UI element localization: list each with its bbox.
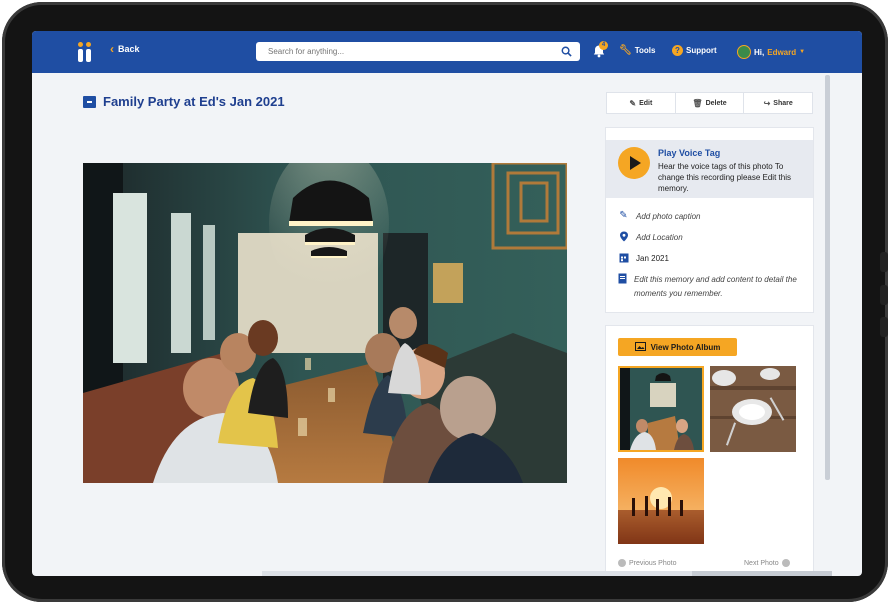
chevron-down-icon: ▼ xyxy=(799,49,806,55)
date-row: Jan 2021 xyxy=(618,252,669,265)
top-navigation-bar: ‹ Back 4 🔧︎ Tools ? Support xyxy=(32,31,862,73)
support-label: Support xyxy=(686,46,717,55)
album-thumbnail[interactable] xyxy=(618,458,704,544)
document-icon xyxy=(618,273,627,284)
edit-hint-row[interactable]: Edit this memory and add content to deta… xyxy=(618,273,803,301)
side-button xyxy=(880,252,888,272)
search-input[interactable] xyxy=(256,42,552,61)
album-icon xyxy=(634,341,646,353)
memory-title-row: Family Party at Ed's Jan 2021 xyxy=(83,94,285,109)
share-button[interactable]: ↪ Share xyxy=(744,93,812,113)
horizontal-scrollbar-thumb[interactable] xyxy=(692,571,832,576)
memory-details-card: Play Voice Tag Hear the voice tags of th… xyxy=(605,127,814,313)
share-icon: ↪ xyxy=(763,98,771,108)
add-caption-row[interactable]: ✎ Add photo caption xyxy=(618,210,701,223)
album-button-label: View Photo Album xyxy=(650,342,721,352)
greeting-label: Hi, xyxy=(754,47,765,57)
share-label: Share xyxy=(773,99,793,107)
view-photo-album-button[interactable]: View Photo Album xyxy=(618,338,737,356)
pencil-icon: ✎ xyxy=(619,210,628,221)
back-label: Back xyxy=(118,44,140,54)
chevron-right-icon xyxy=(781,559,790,567)
side-button xyxy=(880,317,888,337)
next-photo-link[interactable]: Next Photo xyxy=(744,559,790,567)
calendar-icon xyxy=(618,252,629,263)
delete-button[interactable]: 🗑︎ Delete xyxy=(676,93,745,113)
memory-actions-bar: ✎ Edit 🗑︎ Delete ↪ Share xyxy=(606,92,813,114)
help-icon: ? xyxy=(672,45,683,56)
voice-tag-title[interactable]: Play Voice Tag xyxy=(658,148,720,158)
avatar xyxy=(737,45,751,59)
caption-prompt: Add photo caption xyxy=(636,212,701,221)
previous-photo-link[interactable]: Previous Photo xyxy=(618,559,676,567)
search-bar xyxy=(256,42,580,61)
vertical-scrollbar[interactable] xyxy=(825,75,830,480)
user-name: Edward xyxy=(767,47,797,57)
album-thumbnail[interactable] xyxy=(710,366,796,452)
horizontal-scrollbar[interactable] xyxy=(262,571,832,576)
previous-photo-label: Previous Photo xyxy=(629,559,677,567)
user-menu[interactable]: Hi, Edward ▼ xyxy=(737,45,805,59)
tablet-frame: ‹ Back 4 🔧︎ Tools ? Support xyxy=(2,2,888,602)
play-icon[interactable] xyxy=(618,147,650,179)
voice-tag-description: Hear the voice tags of this photo To cha… xyxy=(658,162,791,193)
archive-icon xyxy=(83,95,96,108)
tools-label: Tools xyxy=(634,46,656,55)
tools-menu[interactable]: 🔧︎ Tools xyxy=(619,45,655,56)
page-title: Family Party at Ed's Jan 2021 xyxy=(103,94,285,109)
wrench-icon: 🔧︎ xyxy=(619,45,632,56)
location-pin-icon xyxy=(618,231,629,242)
memory-photo[interactable] xyxy=(83,163,567,483)
edit-icon: ✎ xyxy=(629,98,637,108)
chevron-left-icon: ‹ xyxy=(110,42,114,56)
edit-hint: Edit this memory and add content to deta… xyxy=(634,275,797,298)
edit-label: Edit xyxy=(639,99,653,107)
album-thumbnail-selected[interactable] xyxy=(618,366,704,452)
chevron-left-icon xyxy=(618,559,626,567)
side-button xyxy=(880,285,888,305)
app-logo-icon[interactable] xyxy=(78,42,94,62)
location-prompt: Add Location xyxy=(636,233,683,242)
add-location-row[interactable]: Add Location xyxy=(618,231,683,244)
notification-badge: 4 xyxy=(599,41,608,50)
search-icon[interactable] xyxy=(561,46,572,57)
photo-image xyxy=(83,163,567,483)
photo-album-card: View Photo Album Previous Photo Next Pho… xyxy=(605,325,814,576)
edit-button[interactable]: ✎ Edit xyxy=(607,93,676,113)
next-photo-label: Next Photo xyxy=(744,559,779,567)
delete-label: Delete xyxy=(705,99,727,107)
memory-date: Jan 2021 xyxy=(636,254,669,263)
back-button[interactable]: ‹ Back xyxy=(110,42,140,56)
app-screen: ‹ Back 4 🔧︎ Tools ? Support xyxy=(32,31,862,576)
support-menu[interactable]: ? Support xyxy=(672,45,717,56)
trash-icon: 🗑︎ xyxy=(692,98,703,108)
voice-tag-panel: Play Voice Tag Hear the voice tags of th… xyxy=(606,140,813,198)
